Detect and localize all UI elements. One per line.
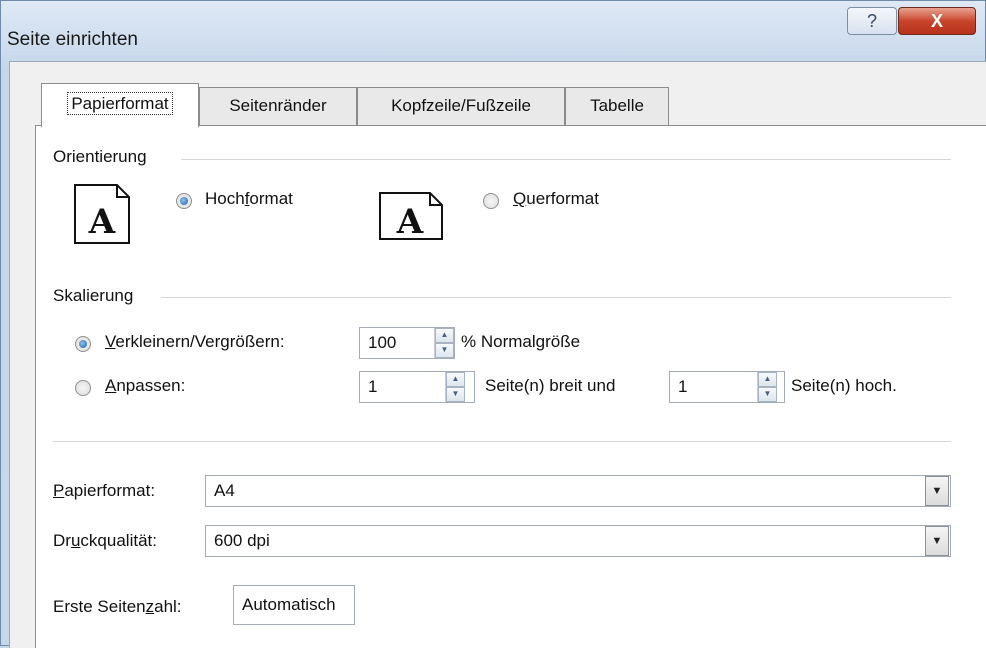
portrait-label[interactable]: Hochformat	[205, 189, 293, 209]
spin-up-icon[interactable]: ▲	[435, 328, 454, 343]
landscape-label[interactable]: Querformat	[513, 189, 599, 209]
dialog-title: Seite einrichten	[7, 29, 138, 50]
landscape-radio[interactable]	[483, 193, 499, 209]
scale-percent-suffix: % Normalgröße	[461, 332, 581, 351]
tab-kopfzeile-fusszeile[interactable]: Kopfzeile/Fußzeile	[357, 87, 565, 125]
paper-size-label: Papierformat:	[53, 481, 156, 500]
tab-seitenraender[interactable]: Seitenränder	[199, 87, 357, 125]
help-icon: ?	[866, 11, 877, 31]
spin-down-icon[interactable]: ▼	[446, 387, 465, 402]
paper-size-select[interactable]: A4	[205, 475, 951, 507]
help-button[interactable]: ?	[847, 7, 897, 35]
scale-percent-spinner[interactable]: ▲ ▼	[434, 328, 454, 358]
first-page-label: Erste Seitenzahl:	[53, 597, 182, 616]
dialog-window: Seite einrichten ? X Papierformat Seiten…	[0, 0, 986, 648]
first-page-input[interactable]: Automatisch	[233, 585, 355, 625]
fit-tall-suffix: Seite(n) hoch.	[791, 376, 897, 395]
portrait-page-icon: A	[74, 184, 130, 244]
tab-tabelle[interactable]: Tabelle	[565, 87, 669, 125]
portrait-letter: A	[88, 202, 116, 242]
fit-tall-spinner[interactable]: ▲ ▼	[757, 372, 777, 402]
landscape-letter: A	[396, 202, 424, 241]
orientation-group-label: Orientierung	[53, 147, 155, 167]
spin-down-icon[interactable]: ▼	[758, 387, 777, 402]
print-quality-select[interactable]: 600 dpi	[205, 525, 951, 557]
landscape-page-icon: A	[379, 192, 443, 241]
adjust-label[interactable]: Verkleinern/Vergrößern:	[105, 332, 285, 352]
section-divider	[53, 441, 951, 442]
close-icon: X	[930, 11, 943, 31]
scaling-group-label: Skalierung	[53, 286, 142, 306]
portrait-radio[interactable]	[176, 193, 192, 209]
close-button[interactable]: X	[898, 7, 976, 35]
chevron-down-icon[interactable]: ▼	[925, 526, 949, 556]
scaling-divider	[161, 297, 951, 298]
fit-radio[interactable]	[75, 380, 91, 396]
spin-down-icon[interactable]: ▼	[435, 343, 454, 358]
fit-label[interactable]: Anpassen:	[105, 376, 185, 396]
fit-wide-spinner[interactable]: ▲ ▼	[445, 372, 465, 402]
spin-up-icon[interactable]: ▲	[446, 372, 465, 387]
fit-wide-suffix: Seite(n) breit und	[485, 376, 616, 395]
adjust-radio[interactable]	[75, 336, 91, 352]
orientation-divider	[181, 159, 951, 160]
print-quality-label: Druckqualität:	[53, 531, 157, 550]
chevron-down-icon[interactable]: ▼	[925, 476, 949, 506]
tab-papierformat[interactable]: Papierformat	[41, 83, 199, 127]
spin-up-icon[interactable]: ▲	[758, 372, 777, 387]
